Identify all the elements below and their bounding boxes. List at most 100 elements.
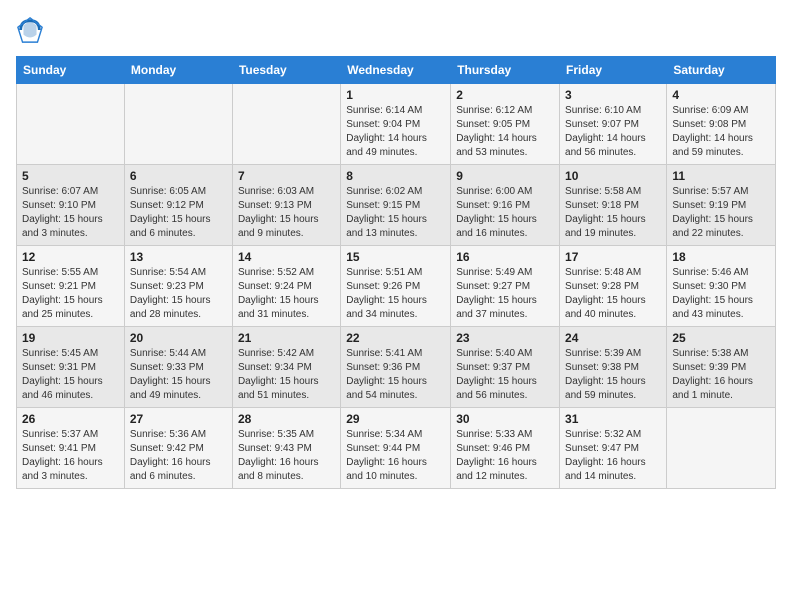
day-number: 27: [130, 412, 227, 426]
calendar-table: SundayMondayTuesdayWednesdayThursdayFrid…: [16, 56, 776, 489]
calendar-cell: 20 Sunrise: 5:44 AMSunset: 9:33 PMDayligh…: [124, 327, 232, 408]
day-info: Sunrise: 6:02 AMSunset: 9:15 PMDaylight:…: [346, 185, 445, 241]
day-info: Sunrise: 6:09 AMSunset: 9:08 PMDaylight:…: [672, 104, 770, 160]
day-number: 15: [346, 250, 445, 264]
week-row-4: 19Sunrise: 5:45 AMSunset: 9:31 PMDayligh…: [17, 327, 776, 408]
day-info: Sunrise: 5:52 AMSunset: 9:24 PMDaylight:…: [238, 266, 335, 322]
day-header-sunday: Sunday: [17, 57, 125, 84]
calendar-cell: 8 Sunrise: 6:02 AMSunset: 9:15 PMDaylight…: [341, 165, 451, 246]
day-info: Sunrise: 5:39 AMSunset: 9:38 PMDaylight:…: [565, 347, 661, 403]
day-number: 5: [22, 169, 119, 183]
day-number: 19: [22, 331, 119, 345]
day-number: 31: [565, 412, 661, 426]
day-number: 10: [565, 169, 661, 183]
days-header-row: SundayMondayTuesdayWednesdayThursdayFrid…: [17, 57, 776, 84]
day-info: Sunrise: 6:10 AMSunset: 9:07 PMDaylight:…: [565, 104, 661, 160]
week-row-1: 1 Sunrise: 6:14 AMSunset: 9:04 PMDaylight…: [17, 84, 776, 165]
calendar-cell: 12Sunrise: 5:55 AMSunset: 9:21 PMDayligh…: [17, 246, 125, 327]
calendar-cell: 19Sunrise: 5:45 AMSunset: 9:31 PMDayligh…: [17, 327, 125, 408]
day-info: Sunrise: 6:05 AMSunset: 9:12 PMDaylight:…: [130, 185, 227, 241]
day-info: Sunrise: 5:41 AMSunset: 9:36 PMDaylight:…: [346, 347, 445, 403]
day-info: Sunrise: 5:38 AMSunset: 9:39 PMDaylight:…: [672, 347, 770, 403]
logo-icon: [16, 16, 44, 44]
day-info: Sunrise: 5:49 AMSunset: 9:27 PMDaylight:…: [456, 266, 554, 322]
week-row-5: 26Sunrise: 5:37 AMSunset: 9:41 PMDayligh…: [17, 408, 776, 489]
day-info: Sunrise: 5:58 AMSunset: 9:18 PMDaylight:…: [565, 185, 661, 241]
day-number: 4: [672, 88, 770, 102]
day-header-monday: Monday: [124, 57, 232, 84]
day-info: Sunrise: 6:07 AMSunset: 9:10 PMDaylight:…: [22, 185, 119, 241]
day-number: 23: [456, 331, 554, 345]
calendar-cell: 3 Sunrise: 6:10 AMSunset: 9:07 PMDaylight…: [560, 84, 667, 165]
day-info: Sunrise: 5:32 AMSunset: 9:47 PMDaylight:…: [565, 428, 661, 484]
day-number: 28: [238, 412, 335, 426]
calendar-cell: [232, 84, 340, 165]
calendar-cell: 31 Sunrise: 5:32 AMSunset: 9:47 PMDayligh…: [560, 408, 667, 489]
calendar-cell: [124, 84, 232, 165]
day-number: 20: [130, 331, 227, 345]
day-info: Sunrise: 5:57 AMSunset: 9:19 PMDaylight:…: [672, 185, 770, 241]
day-number: 21: [238, 331, 335, 345]
day-number: 6: [130, 169, 227, 183]
day-number: 7: [238, 169, 335, 183]
calendar-cell: 9 Sunrise: 6:00 AMSunset: 9:16 PMDaylight…: [451, 165, 560, 246]
day-number: 17: [565, 250, 661, 264]
week-row-2: 5 Sunrise: 6:07 AMSunset: 9:10 PMDaylight…: [17, 165, 776, 246]
day-info: Sunrise: 5:48 AMSunset: 9:28 PMDaylight:…: [565, 266, 661, 322]
week-row-3: 12Sunrise: 5:55 AMSunset: 9:21 PMDayligh…: [17, 246, 776, 327]
day-number: 30: [456, 412, 554, 426]
calendar-cell: [667, 408, 776, 489]
calendar-cell: 6 Sunrise: 6:05 AMSunset: 9:12 PMDaylight…: [124, 165, 232, 246]
calendar-cell: 23Sunrise: 5:40 AMSunset: 9:37 PMDayligh…: [451, 327, 560, 408]
calendar-cell: 29 Sunrise: 5:34 AMSunset: 9:44 PMDayligh…: [341, 408, 451, 489]
calendar-cell: 30 Sunrise: 5:33 AMSunset: 9:46 PMDayligh…: [451, 408, 560, 489]
day-number: 1: [346, 88, 445, 102]
day-info: Sunrise: 5:44 AMSunset: 9:33 PMDaylight:…: [130, 347, 227, 403]
calendar-cell: 22 Sunrise: 5:41 AMSunset: 9:36 PMDayligh…: [341, 327, 451, 408]
calendar-cell: 27 Sunrise: 5:36 AMSunset: 9:42 PMDayligh…: [124, 408, 232, 489]
day-number: 11: [672, 169, 770, 183]
day-number: 9: [456, 169, 554, 183]
day-header-saturday: Saturday: [667, 57, 776, 84]
calendar-cell: 5 Sunrise: 6:07 AMSunset: 9:10 PMDaylight…: [17, 165, 125, 246]
day-info: Sunrise: 5:42 AMSunset: 9:34 PMDaylight:…: [238, 347, 335, 403]
calendar-cell: 17 Sunrise: 5:48 AMSunset: 9:28 PMDayligh…: [560, 246, 667, 327]
day-info: Sunrise: 5:36 AMSunset: 9:42 PMDaylight:…: [130, 428, 227, 484]
day-number: 24: [565, 331, 661, 345]
day-info: Sunrise: 6:03 AMSunset: 9:13 PMDaylight:…: [238, 185, 335, 241]
calendar-cell: 1 Sunrise: 6:14 AMSunset: 9:04 PMDaylight…: [341, 84, 451, 165]
day-number: 22: [346, 331, 445, 345]
day-header-thursday: Thursday: [451, 57, 560, 84]
day-number: 13: [130, 250, 227, 264]
calendar-cell: 21 Sunrise: 5:42 AMSunset: 9:34 PMDayligh…: [232, 327, 340, 408]
calendar-cell: 28Sunrise: 5:35 AMSunset: 9:43 PMDayligh…: [232, 408, 340, 489]
day-info: Sunrise: 6:00 AMSunset: 9:16 PMDaylight:…: [456, 185, 554, 241]
day-number: 14: [238, 250, 335, 264]
day-number: 12: [22, 250, 119, 264]
day-info: Sunrise: 5:33 AMSunset: 9:46 PMDaylight:…: [456, 428, 554, 484]
day-number: 16: [456, 250, 554, 264]
calendar-cell: 4 Sunrise: 6:09 AMSunset: 9:08 PMDaylight…: [667, 84, 776, 165]
calendar-cell: 2Sunrise: 6:12 AMSunset: 9:05 PMDaylight…: [451, 84, 560, 165]
day-info: Sunrise: 5:51 AMSunset: 9:26 PMDaylight:…: [346, 266, 445, 322]
day-info: Sunrise: 5:34 AMSunset: 9:44 PMDaylight:…: [346, 428, 445, 484]
day-number: 3: [565, 88, 661, 102]
day-info: Sunrise: 6:14 AMSunset: 9:04 PMDaylight:…: [346, 104, 445, 160]
day-number: 8: [346, 169, 445, 183]
calendar-cell: 26Sunrise: 5:37 AMSunset: 9:41 PMDayligh…: [17, 408, 125, 489]
day-number: 18: [672, 250, 770, 264]
day-number: 29: [346, 412, 445, 426]
calendar-cell: 14 Sunrise: 5:52 AMSunset: 9:24 PMDayligh…: [232, 246, 340, 327]
calendar-cell: 7 Sunrise: 6:03 AMSunset: 9:13 PMDaylight…: [232, 165, 340, 246]
day-info: Sunrise: 5:54 AMSunset: 9:23 PMDaylight:…: [130, 266, 227, 322]
logo: [16, 16, 46, 44]
calendar-cell: 15 Sunrise: 5:51 AMSunset: 9:26 PMDayligh…: [341, 246, 451, 327]
day-header-wednesday: Wednesday: [341, 57, 451, 84]
calendar-cell: 18 Sunrise: 5:46 AMSunset: 9:30 PMDayligh…: [667, 246, 776, 327]
day-number: 25: [672, 331, 770, 345]
day-number: 26: [22, 412, 119, 426]
day-header-tuesday: Tuesday: [232, 57, 340, 84]
day-info: Sunrise: 5:46 AMSunset: 9:30 PMDaylight:…: [672, 266, 770, 322]
calendar-cell: 25 Sunrise: 5:38 AMSunset: 9:39 PMDayligh…: [667, 327, 776, 408]
calendar-cell: 10 Sunrise: 5:58 AMSunset: 9:18 PMDayligh…: [560, 165, 667, 246]
